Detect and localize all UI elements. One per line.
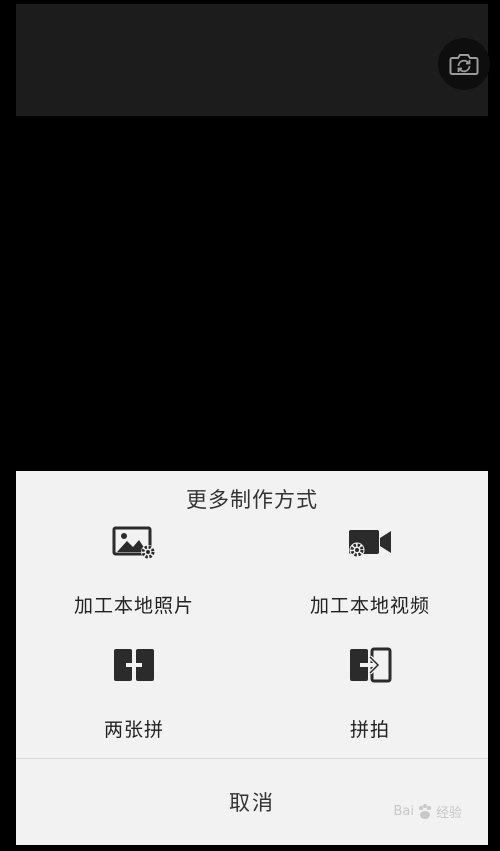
option-label: 拼拍 (349, 719, 390, 741)
camera-switch-icon (449, 54, 479, 75)
option-local-photo[interactable]: 加工本地照片 (16, 526, 252, 626)
split-enter-icon (350, 647, 392, 683)
option-label: 加工本地视频 (309, 595, 430, 617)
option-label: 两张拼 (103, 719, 164, 741)
video-gear-icon (349, 530, 391, 558)
watermark: Bai 经验 (393, 802, 462, 821)
screen: 更多制作方式 加工本地照片 加工本地视频 两张拼 拼拍 取消 Bai 经验 (0, 0, 500, 851)
option-local-video[interactable]: 加工本地视频 (252, 526, 488, 626)
camera-switch-button[interactable] (438, 38, 490, 90)
camera-preview-bar (16, 4, 490, 116)
photo-gear-icon (112, 526, 155, 559)
watermark-text-2: 经验 (435, 806, 462, 821)
option-label: 加工本地照片 (73, 595, 194, 617)
sheet-title: 更多制作方式 (186, 488, 318, 512)
option-collage-shoot[interactable]: 拼拍 (252, 647, 488, 747)
baidu-paw-icon (418, 803, 431, 819)
more-options-sheet: 更多制作方式 加工本地照片 加工本地视频 两张拼 拼拍 取消 Bai 经验 (16, 471, 488, 845)
option-two-collage[interactable]: 两张拼 (16, 647, 252, 747)
watermark-text: Bai (393, 804, 414, 819)
split-plus-icon (114, 649, 154, 681)
